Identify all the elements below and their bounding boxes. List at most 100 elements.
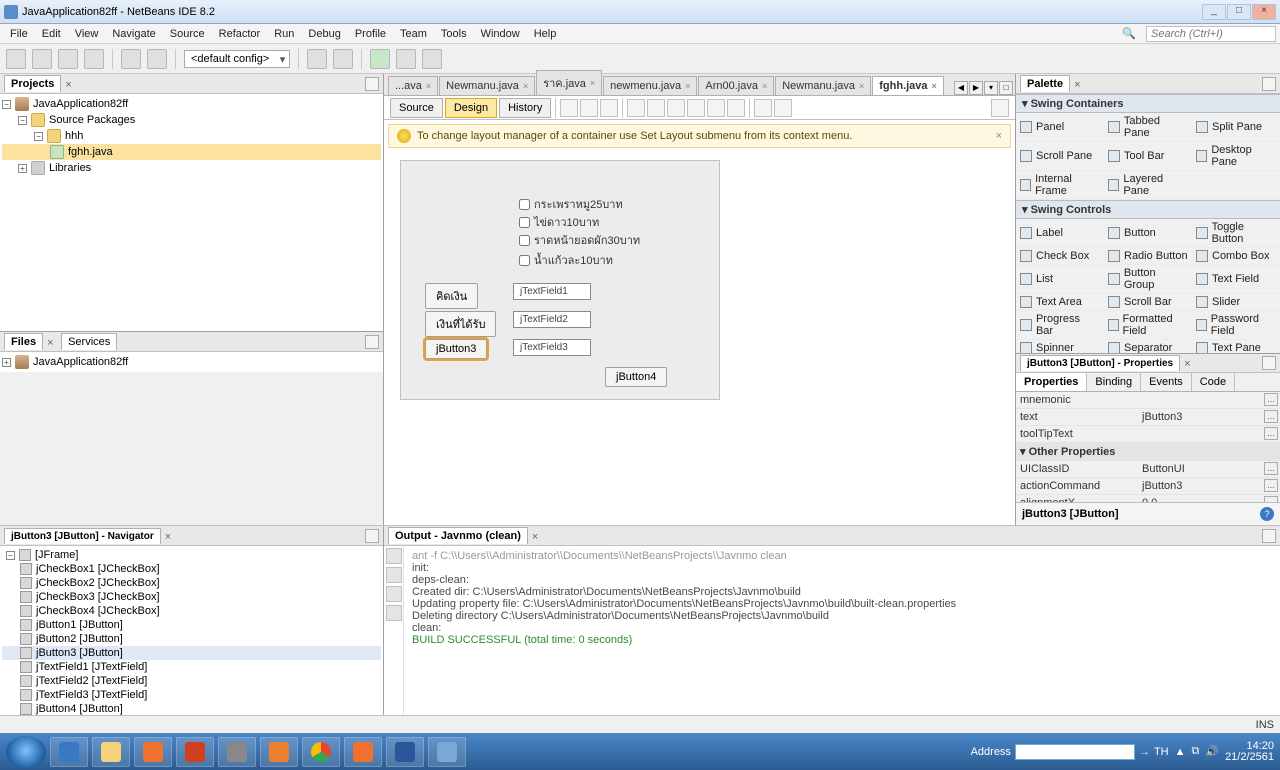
files-tab[interactable]: Files <box>4 333 43 350</box>
clock[interactable]: 14:20 21/2/2561 <box>1225 741 1274 763</box>
expander-icon[interactable]: − <box>18 116 27 125</box>
palette-section-controls[interactable]: ▾ Swing Controls <box>1016 200 1280 219</box>
close-icon[interactable]: × <box>1184 358 1194 368</box>
projects-tab[interactable]: Projects <box>4 75 61 92</box>
palette-item[interactable]: Text Pane <box>1192 340 1280 353</box>
prop-value[interactable]: … <box>1138 426 1280 442</box>
minimize-button[interactable]: _ <box>1202 4 1226 20</box>
clean-build-icon[interactable] <box>333 49 353 69</box>
palette-item[interactable]: Toggle Button <box>1192 219 1280 248</box>
palette-tab[interactable]: Palette <box>1020 75 1070 92</box>
taskbar-media[interactable] <box>134 737 172 767</box>
editor-tab[interactable]: Newmanu.java× <box>439 76 535 95</box>
tab-list-icon[interactable]: ▾ <box>984 81 998 95</box>
close-button[interactable]: × <box>1252 4 1276 20</box>
palette-item[interactable]: Layered Pane <box>1104 171 1192 200</box>
palette-item[interactable]: Check Box <box>1016 248 1104 265</box>
taskbar-app2[interactable] <box>260 737 298 767</box>
new-file-icon[interactable] <box>6 49 26 69</box>
taskbar-ie[interactable] <box>50 737 88 767</box>
selection-mode-icon[interactable] <box>560 99 578 117</box>
ellipsis-icon[interactable]: … <box>1264 393 1278 406</box>
maximize-button[interactable]: □ <box>1227 4 1251 20</box>
minimize-panel-icon[interactable] <box>1262 77 1276 91</box>
prop-value[interactable]: jButton3… <box>1138 409 1280 425</box>
navigator-tree[interactable]: −[JFrame] jCheckBox1 [JCheckBox]jCheckBo… <box>0 546 383 715</box>
menu-navigate[interactable]: Navigate <box>106 26 161 42</box>
close-icon[interactable]: × <box>1074 79 1084 89</box>
palette-item[interactable]: Tool Bar <box>1104 142 1192 171</box>
props-tab-code[interactable]: Code <box>1192 373 1235 391</box>
palette-item[interactable]: Label <box>1016 219 1104 248</box>
props-tab-events[interactable]: Events <box>1141 373 1192 391</box>
taskbar-chrome[interactable] <box>302 737 340 767</box>
navigator-item[interactable]: jCheckBox1 [JCheckBox] <box>2 562 381 576</box>
start-button[interactable] <box>6 736 46 768</box>
new-project-icon[interactable] <box>32 49 52 69</box>
navigator-item[interactable]: jCheckBox2 [JCheckBox] <box>2 576 381 590</box>
palette-item[interactable]: Internal Frame <box>1016 171 1104 200</box>
prop-section[interactable]: ▾ Other Properties <box>1016 443 1119 460</box>
help-icon[interactable]: ? <box>1260 507 1274 521</box>
palette-item[interactable]: Spinner <box>1016 340 1104 353</box>
go-icon[interactable]: → <box>1139 746 1150 758</box>
tray-volume-icon[interactable]: 🔊 <box>1205 745 1219 758</box>
palette-item[interactable]: Panel <box>1016 113 1104 142</box>
ellipsis-icon[interactable]: … <box>1264 410 1278 423</box>
align-right-icon[interactable] <box>647 99 665 117</box>
palette-item[interactable]: Scroll Pane <box>1016 142 1104 171</box>
close-hint-icon[interactable]: × <box>996 130 1002 142</box>
close-tab-icon[interactable]: × <box>590 78 595 88</box>
ellipsis-icon[interactable]: … <box>1264 479 1278 492</box>
editor-tab[interactable]: ราค.java× <box>536 70 602 95</box>
form-surface[interactable]: กระเพราหมู25บาท ไข่ดาว10บาท ราดหน้ายอดผั… <box>400 160 720 400</box>
props-tab-binding[interactable]: Binding <box>1087 373 1141 391</box>
tab-max-icon[interactable]: □ <box>999 81 1013 95</box>
taskbar-netbeans[interactable] <box>428 737 466 767</box>
minimize-panel-icon[interactable] <box>365 77 379 91</box>
palette-item[interactable]: Combo Box <box>1192 248 1280 265</box>
palette-item[interactable] <box>1192 171 1280 200</box>
files-tree[interactable]: +JavaApplication82ff <box>0 352 383 372</box>
tray-flag-icon[interactable]: ▲ <box>1175 746 1186 758</box>
menu-refactor[interactable]: Refactor <box>213 26 267 42</box>
tray-network-icon[interactable]: ⧉ <box>1192 745 1200 758</box>
properties-tab[interactable]: jButton3 [JButton] - Properties <box>1020 355 1180 371</box>
save-all-icon[interactable] <box>84 49 104 69</box>
menu-help[interactable]: Help <box>528 26 563 42</box>
align-bottom-icon[interactable] <box>687 99 705 117</box>
editor-tab[interactable]: newmenu.java× <box>603 76 697 95</box>
palette-item[interactable]: Button Group <box>1104 265 1192 294</box>
palette-item[interactable]: Text Field <box>1192 265 1280 294</box>
menu-file[interactable]: File <box>4 26 34 42</box>
config-select[interactable]: <default config> <box>184 50 290 68</box>
menu-source[interactable]: Source <box>164 26 211 42</box>
close-tab-icon[interactable]: × <box>859 81 864 91</box>
minimize-panel-icon[interactable] <box>1262 529 1276 543</box>
close-icon[interactable]: × <box>165 531 175 541</box>
output-tab[interactable]: Output - Javnmo (clean) <box>388 527 528 544</box>
navigator-item[interactable]: jButton2 [JButton] <box>2 632 381 646</box>
textfield-1[interactable]: jTextField1 <box>513 283 591 300</box>
button-2[interactable]: เงินที่ได้รับ <box>425 311 496 337</box>
address-input[interactable] <box>1015 744 1135 760</box>
navigator-item[interactable]: jTextField1 [JTextField] <box>2 660 381 674</box>
expand-icon[interactable] <box>991 99 1009 117</box>
save-icon[interactable] <box>386 586 402 602</box>
textfield-2[interactable]: jTextField2 <box>513 311 591 328</box>
expander-icon[interactable]: + <box>18 164 27 173</box>
prop-value[interactable]: jButton3… <box>1138 478 1280 494</box>
minimize-panel-icon[interactable] <box>1262 356 1276 370</box>
menu-window[interactable]: Window <box>475 26 526 42</box>
palette-item[interactable]: Progress Bar <box>1016 311 1104 340</box>
preview-icon[interactable] <box>600 99 618 117</box>
ellipsis-icon[interactable]: … <box>1264 427 1278 440</box>
align-left-icon[interactable] <box>627 99 645 117</box>
close-tab-icon[interactable]: × <box>932 81 937 91</box>
navigator-item[interactable]: jTextField2 [JTextField] <box>2 674 381 688</box>
editor-tab[interactable]: Newmanu.java× <box>775 76 871 95</box>
taskbar-word[interactable] <box>386 737 424 767</box>
palette-item[interactable]: Desktop Pane <box>1192 142 1280 171</box>
ellipsis-icon[interactable]: … <box>1264 462 1278 475</box>
menu-debug[interactable]: Debug <box>302 26 346 42</box>
